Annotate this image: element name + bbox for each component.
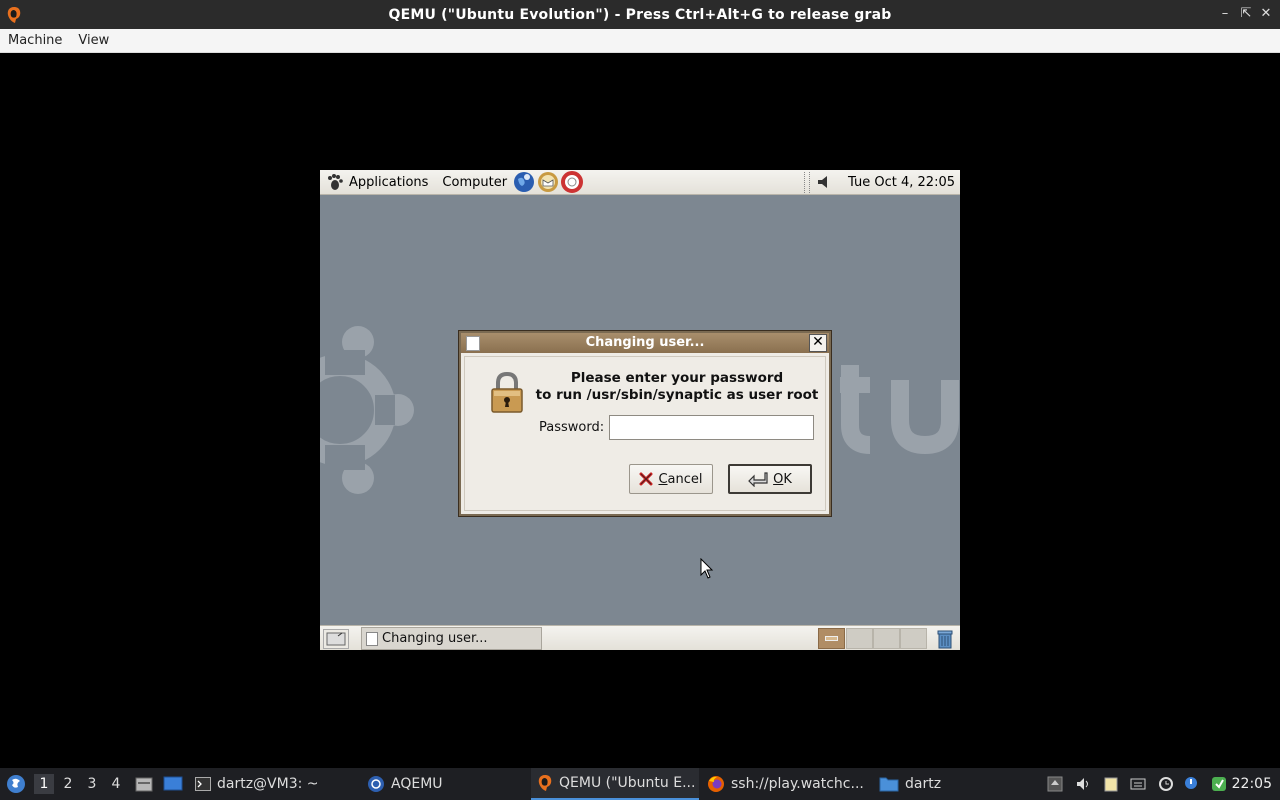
terminal-icon — [195, 777, 211, 791]
taskbar-task-firefox[interactable]: ssh://play.watchc... — [707, 768, 872, 800]
mouse-cursor-icon — [700, 558, 714, 579]
ok-return-icon — [748, 472, 768, 487]
password-input[interactable] — [609, 415, 814, 440]
taskbar-workspace-3[interactable]: 3 — [82, 774, 102, 794]
changing-user-dialog: Changing user... ✕ Please enter your pas… — [459, 331, 831, 516]
cancel-x-icon — [639, 472, 653, 486]
document-icon — [466, 336, 480, 351]
menu-view[interactable]: View — [70, 33, 117, 48]
file-manager-launcher-icon[interactable] — [135, 775, 153, 793]
window-title: QEMU ("Ubuntu Evolution") - Press Ctrl+A… — [388, 6, 892, 23]
taskbar-clock[interactable]: 22:05 — [1232, 776, 1272, 792]
notification-icon[interactable] — [1183, 776, 1199, 792]
host-titlebar: QEMU ("Ubuntu Evolution") - Press Ctrl+A… — [0, 0, 1280, 29]
workspace-2[interactable] — [846, 628, 873, 649]
guest-top-panel: Applications Computer Tue Oct 4, 22:05 — [320, 170, 960, 195]
gnome-foot-icon[interactable] — [326, 173, 344, 191]
close-icon[interactable]: ✕ — [1258, 6, 1274, 22]
ubuntu-wordmark-background — [840, 365, 959, 455]
taskbar-task-qemu[interactable]: QEMU ("Ubuntu E... — [531, 768, 699, 800]
aqemu-icon — [368, 776, 384, 792]
qemu-icon — [538, 775, 552, 791]
maximize-icon[interactable]: ⇱ — [1238, 6, 1254, 22]
cancel-label: Cancel — [658, 471, 703, 487]
guest-clock[interactable]: Tue Oct 4, 22:05 — [848, 175, 955, 190]
tray-upload-icon[interactable] — [1047, 776, 1063, 792]
guest-screen: Applications Computer Tue Oct 4, 22:05 C… — [320, 170, 960, 650]
taskbar-task-label: dartz@VM3: ~ — [217, 776, 319, 792]
menu-machine[interactable]: Machine — [0, 33, 70, 48]
guest-task-changing-user[interactable]: Changing user... — [361, 627, 542, 650]
message-line-2: to run /usr/sbin/synaptic as user root — [535, 387, 819, 403]
trash-icon[interactable] — [935, 629, 955, 649]
dialog-titlebar[interactable]: Changing user... ✕ — [461, 333, 829, 353]
applications-menu[interactable]: Applications — [344, 175, 433, 190]
ok-button[interactable]: OK — [728, 464, 812, 494]
workspace-1[interactable] — [818, 628, 845, 649]
start-menu-icon[interactable] — [6, 774, 26, 794]
host-menubar: Machine View — [0, 29, 1280, 53]
taskbar-workspace-4[interactable]: 4 — [106, 774, 126, 794]
panel-grip[interactable] — [804, 172, 810, 193]
volume-icon[interactable] — [816, 174, 832, 190]
taskbar-task-terminal[interactable]: dartz@VM3: ~ — [195, 768, 355, 800]
taskbar-task-label: ssh://play.watchc... — [731, 776, 864, 792]
email-icon[interactable] — [537, 171, 559, 193]
show-desktop-icon — [326, 632, 346, 646]
clipboard-icon[interactable] — [1103, 776, 1119, 792]
workspace-3[interactable] — [873, 628, 900, 649]
taskbar-task-dartz[interactable]: dartz — [879, 768, 999, 800]
taskbar-task-aqemu[interactable]: AQEMU — [367, 768, 527, 800]
sync-icon[interactable] — [1158, 776, 1174, 792]
taskbar-workspace-1[interactable]: 1 — [34, 774, 54, 794]
cancel-button[interactable]: Cancel — [629, 464, 713, 494]
dialog-close-button[interactable]: ✕ — [809, 334, 827, 352]
guest-bottom-panel: Changing user... — [320, 625, 960, 650]
minimize-icon[interactable]: – — [1217, 6, 1233, 22]
computer-menu[interactable]: Computer — [437, 175, 512, 190]
ubuntu-logo-background — [320, 326, 414, 494]
firefox-icon — [708, 776, 724, 792]
host-taskbar: 1 2 3 4 dartz@VM3: ~ AQEMU QEMU ("Ubuntu… — [0, 768, 1280, 800]
dialog-message: Please enter your password to run /usr/s… — [535, 370, 819, 404]
show-desktop-button[interactable] — [323, 629, 349, 649]
guest-task-label: Changing user... — [382, 631, 488, 646]
volume-icon[interactable] — [1075, 776, 1091, 792]
workspace-4[interactable] — [900, 628, 927, 649]
taskbar-workspace-2[interactable]: 2 — [58, 774, 78, 794]
network-icon[interactable] — [1130, 776, 1146, 792]
green-app-icon[interactable] — [1211, 776, 1227, 792]
padlock-icon — [491, 371, 523, 413]
dialog-title: Changing user... — [585, 335, 705, 350]
password-label: Password: — [539, 420, 605, 435]
taskbar-task-label: QEMU ("Ubuntu E... — [559, 775, 696, 791]
folder-icon — [879, 777, 899, 792]
document-icon — [366, 632, 378, 646]
web-browser-icon[interactable] — [513, 171, 535, 193]
taskbar-task-label: AQEMU — [391, 776, 443, 792]
help-icon[interactable] — [561, 171, 584, 193]
ok-label: OK — [773, 471, 792, 487]
dialog-body: Please enter your password to run /usr/s… — [464, 356, 826, 511]
taskbar-task-label: dartz — [905, 776, 942, 792]
message-line-1: Please enter your password — [570, 370, 784, 386]
desktop-launcher-icon[interactable] — [163, 775, 183, 793]
